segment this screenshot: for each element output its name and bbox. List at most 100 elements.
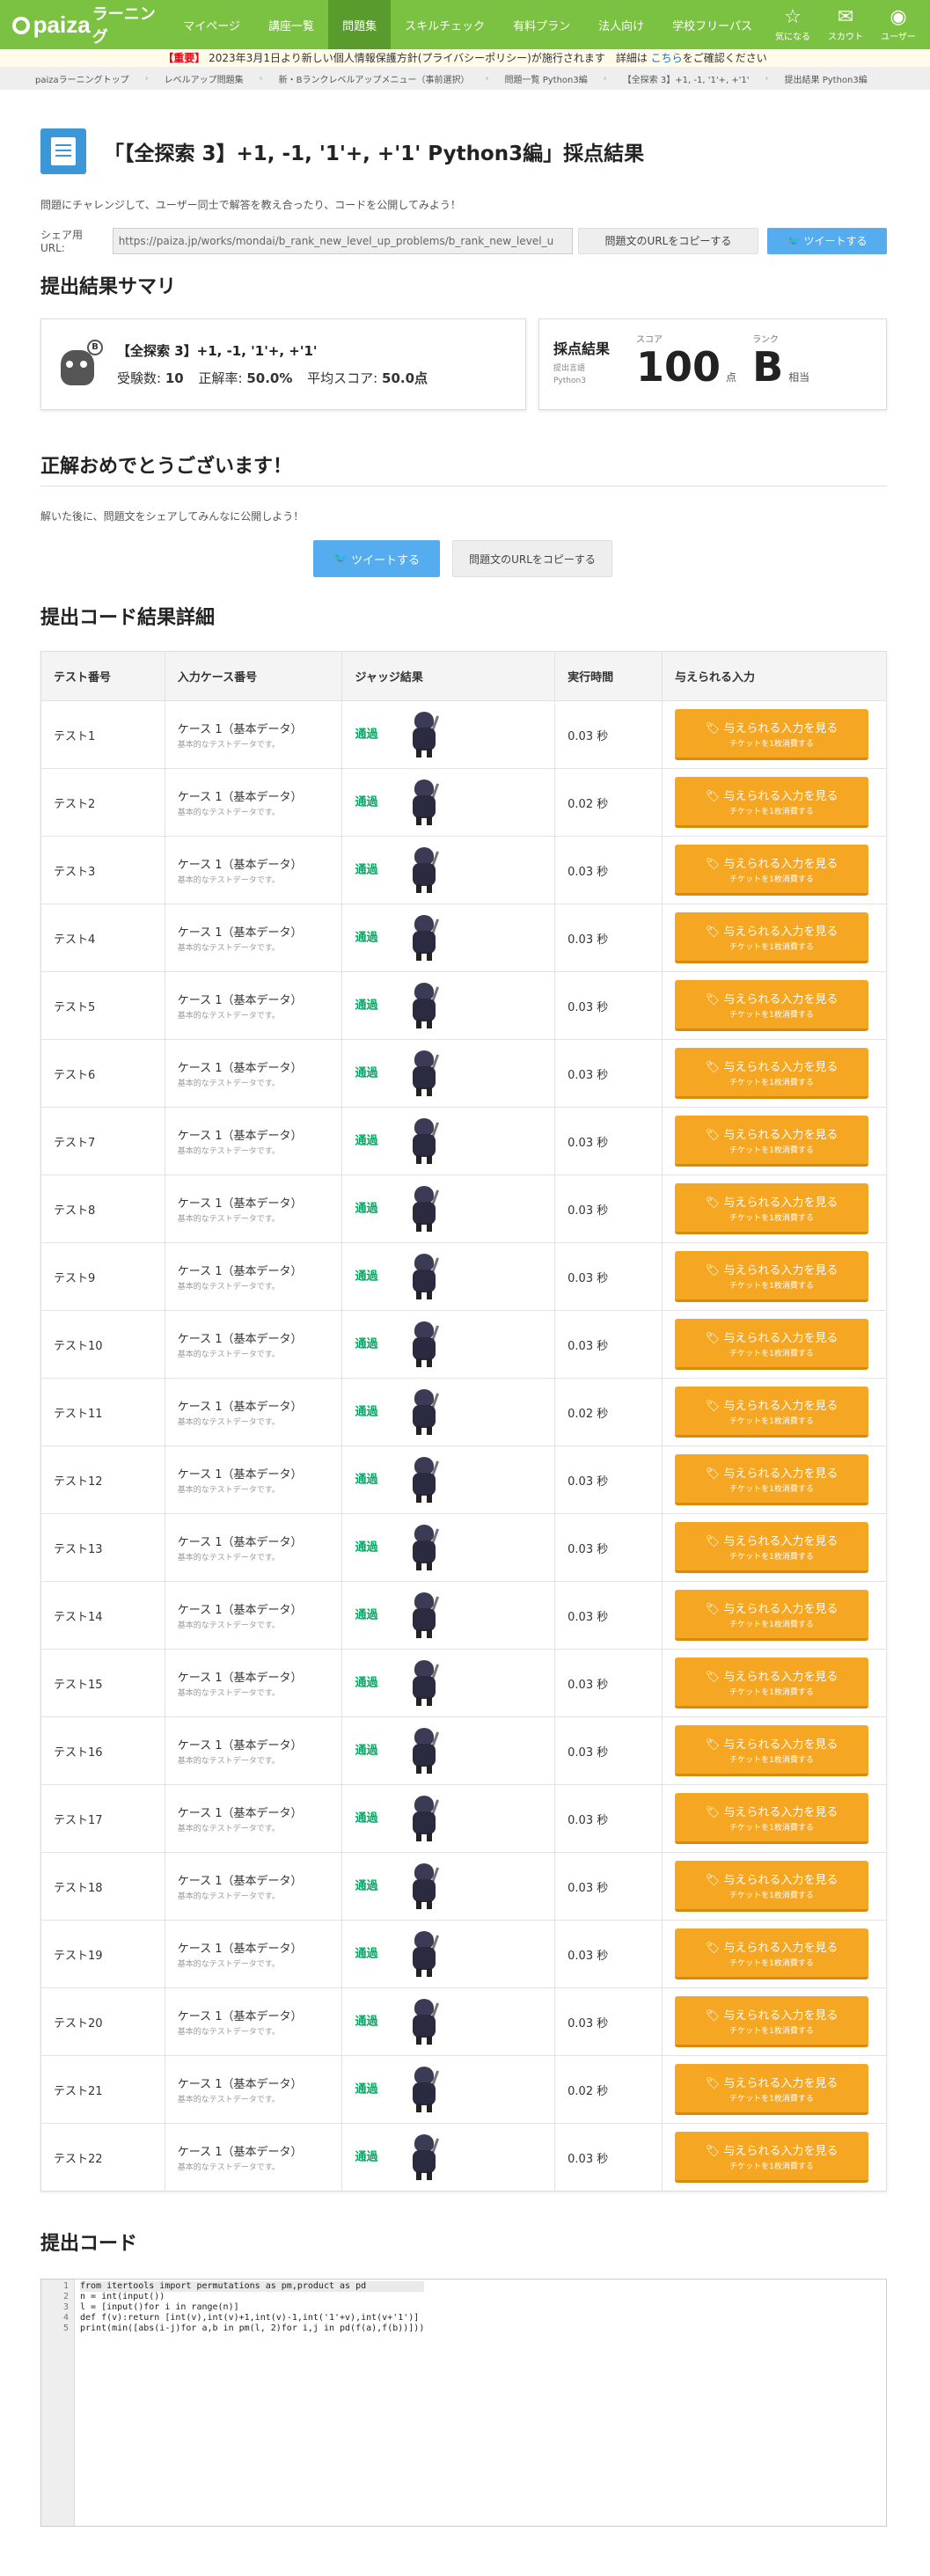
congrats-tweet-button[interactable]: 🐦 ツイートする — [313, 540, 440, 577]
nav-link[interactable]: 問題集 — [328, 0, 392, 49]
judge-text: 通過 — [355, 1270, 378, 1284]
view-input-text: 与えられる入力を見る — [723, 1196, 838, 1210]
exec-time: 0.02 秒 — [554, 2055, 663, 2124]
view-input-label: 🏷 与えられる入力を見る — [675, 1464, 868, 1481]
nav-link[interactable]: 法人向け — [584, 0, 658, 49]
summary-heading: 提出結果サマリ — [40, 276, 177, 298]
paiza-logo[interactable]: paiza ラーニング — [0, 0, 169, 49]
view-input-button[interactable]: 🏷 与えられる入力を見る チケットを1枚消費する — [675, 1387, 868, 1438]
case-name: ケース 1（基本データ） — [177, 2146, 303, 2159]
view-input-button[interactable]: 🏷 与えられる入力を見る チケットを1枚消費する — [675, 777, 868, 828]
view-input-button[interactable]: 🏷 与えられる入力を見る チケットを1枚消費する — [675, 1454, 868, 1505]
ticket-note: チケットを1枚消費する — [729, 1755, 814, 1765]
view-input-cell: 🏷 与えられる入力を見る チケットを1枚消費する — [662, 1242, 887, 1311]
congrats-copy-button[interactable]: 問題文のURLをコピーする — [452, 540, 612, 577]
test-number: テスト9 — [40, 1242, 165, 1311]
view-input-button[interactable]: 🏷 与えられる入力を見るチケットを1枚消費する — [675, 1725, 868, 1776]
breadcrumb-separator: › — [765, 73, 769, 84]
tweet-button[interactable]: 🐦 ツイートする — [767, 227, 887, 254]
code-line: n = int(input()) — [80, 2292, 165, 2302]
breadcrumb-item[interactable]: レベルアップ問題集 — [165, 72, 244, 85]
view-input-button[interactable]: 🏷 与えられる入力を見る チケットを1枚消費する — [675, 912, 868, 963]
case-name: ケース 1（基本データ） — [177, 1401, 303, 1414]
view-input-button[interactable]: 🏷 与えられる入力を見る チケットを1枚消費する — [675, 1658, 868, 1709]
test-number: テスト1 — [40, 700, 165, 769]
ticket-note: チケットを1枚消費する — [729, 875, 814, 884]
share-url-input[interactable] — [112, 227, 573, 254]
view-input-button[interactable]: 🏷 与えられる入力を見る チケットを1枚消費する — [675, 1251, 868, 1302]
view-input-button[interactable]: 🏷 与えられる入力を見る チケットを1枚消費する — [675, 1522, 868, 1573]
breadcrumb-item[interactable]: paizaラーニングトップ — [35, 72, 129, 85]
line-number: 1 — [62, 2281, 69, 2291]
view-input-button[interactable]: 🏷 与えられる入力を見る チケットを1枚消費する — [675, 1319, 868, 1370]
nav-link[interactable]: 学校フリーパス — [658, 0, 766, 49]
exec-time: 0.03 秒 — [554, 700, 663, 769]
problem-title[interactable]: 【全探索 3】+1, -1, '1'+, +'1' — [117, 341, 438, 360]
nav-link[interactable]: マイページ — [169, 0, 254, 49]
code-heading: 提出コード — [40, 2233, 138, 2255]
copy-url-button[interactable]: 問題文のURLをコピーする — [577, 227, 759, 254]
lang-label: 提出言語 — [553, 364, 586, 373]
case-desc: 基本的なテストデータです。 — [177, 1960, 280, 1969]
view-input-cell: 🏷 与えられる入力を見る チケットを1枚消費する — [662, 971, 887, 1040]
view-input-button[interactable]: 🏷 与えられる入力を見る チケットを1枚消費する — [675, 1590, 868, 1641]
case-name: ケース 1（基本データ） — [177, 1943, 303, 1956]
line-number: 3 — [62, 2302, 69, 2312]
view-input-label: 🏷 与えられる入力を見る — [675, 1532, 868, 1548]
view-input-label: 🏷 与えられる入力を見る — [675, 1599, 868, 1616]
case-desc: 基本的なテストデータです。 — [177, 1621, 280, 1630]
view-input-button[interactable]: 🏷 与えられる入力を見る チケットを1枚消費する — [675, 1183, 868, 1234]
judge-result: 通過 — [341, 1039, 556, 1108]
ninja-character-icon — [407, 1184, 440, 1233]
view-input-button[interactable]: 🏷 与えられる入力を見る チケットを1枚消費する — [675, 2132, 868, 2183]
view-input-label: 🏷 与えられる入力を見る — [675, 1735, 868, 1752]
table-row: テスト3 ケース 1（基本データ） 基本的なテストデータです。 通過 0.03 秒 🏷 与… — [40, 836, 887, 904]
case-desc: 基本的なテストデータです。 — [177, 1012, 280, 1021]
case-desc: 基本的なテストデータです。 — [177, 1892, 280, 1901]
view-input-button[interactable]: 🏷 与えられる入力を見る チケットを1枚消費する — [675, 1996, 868, 2047]
view-input-label: 🏷 与えられる入力を見る — [675, 787, 868, 803]
nav-icon-気になる[interactable]: ☆ 気になる — [766, 0, 819, 49]
view-input-button[interactable]: 🏷 与えられる入力を見る チケットを1枚消費する — [675, 2064, 868, 2115]
ninja-character-icon — [407, 2065, 440, 2114]
view-input-text: 与えられる入力を見る — [723, 1602, 838, 1616]
notice-link[interactable]: こちら — [651, 52, 683, 64]
breadcrumb-item[interactable]: 提出結果 Python3編 — [785, 72, 868, 85]
table-row: テスト8 ケース 1（基本データ） 基本的なテストデータです。 通過 0.03 秒 🏷 与… — [40, 1175, 887, 1243]
view-input-cell: 🏷 与えられる入力を見る チケットを1枚消費する — [662, 1513, 887, 1582]
case-desc: 基本的なテストデータです。 — [177, 1554, 280, 1562]
view-input-text: 与えられる入力を見る — [723, 857, 838, 871]
view-input-button[interactable]: 🏷 与えられる入力を見る チケットを1枚消費する — [675, 1793, 868, 1844]
tag-icon: 🏷 — [705, 789, 724, 803]
view-input-label: 🏷 与えられる入力を見る — [675, 2074, 868, 2090]
summary-cards: B 【全探索 3】+1, -1, '1'+, +'1' 受験数: 10 正解率:… — [40, 318, 887, 410]
table-row: テスト14 ケース 1（基本データ） 基本的なテストデータです。 通過 0.03 秒 🏷 … — [40, 1581, 887, 1650]
view-input-button[interactable]: 🏷 与えられる入力を見る チケットを1枚消費する — [675, 1116, 868, 1167]
nav-icon-スカウト[interactable]: ✉ スカウト — [819, 0, 872, 49]
breadcrumb-item[interactable]: 【全探索 3】+1, -1, '1'+, +'1' — [623, 72, 750, 85]
ticket-note: チケットを1枚消費する — [729, 1823, 814, 1833]
view-input-button[interactable]: 🏷 与えられる入力を見る チケットを1枚消費する — [675, 1928, 868, 1980]
view-input-button[interactable]: 🏷 与えられる入力を見る チケットを1枚消費する — [675, 980, 868, 1031]
view-input-button[interactable]: 🏷 与えられる入力を見る チケットを1枚消費する — [675, 709, 868, 760]
breadcrumb-item[interactable]: 問題一覧 Python3編 — [505, 72, 588, 85]
nav-icon-ユーザー[interactable]: ◉ ユーザー — [872, 0, 925, 49]
column-header: 実行時間 — [554, 651, 663, 701]
line-numbers: 12345 — [41, 2280, 75, 2526]
test-number: テスト8 — [40, 1175, 165, 1243]
view-input-button[interactable]: 🏷 与えられる入力を見る チケットを1枚消費する — [675, 1861, 868, 1912]
view-input-button[interactable]: 🏷 与えられる入力を見る チケットを1枚消費する — [675, 845, 868, 896]
nav-link[interactable]: スキルチェック — [391, 0, 499, 49]
view-input-cell: 🏷 与えられる入力を見るチケットを1枚消費する — [662, 1716, 887, 1785]
exec-time: 0.03 秒 — [554, 1107, 663, 1175]
nav-link[interactable]: 有料プラン — [499, 0, 584, 49]
problem-doc-icon — [40, 128, 86, 174]
nav-link[interactable]: 講座一覧 — [254, 0, 328, 49]
view-input-button[interactable]: 🏷 与えられる入力を見る チケットを1枚消費する — [675, 1048, 868, 1099]
breadcrumb-item[interactable]: 新・Bランクレベルアップメニュー（事前選択） — [279, 72, 470, 85]
star-icon: ☆ — [784, 5, 802, 28]
ticket-note: チケットを1枚消費する — [729, 1958, 814, 1968]
code-editor[interactable]: 12345 from itertools import permutations… — [40, 2279, 887, 2527]
view-input-label: 🏷 与えられる入力を見る — [675, 1667, 868, 1684]
view-input-label: 🏷 与えられる入力を見る — [675, 1193, 868, 1210]
